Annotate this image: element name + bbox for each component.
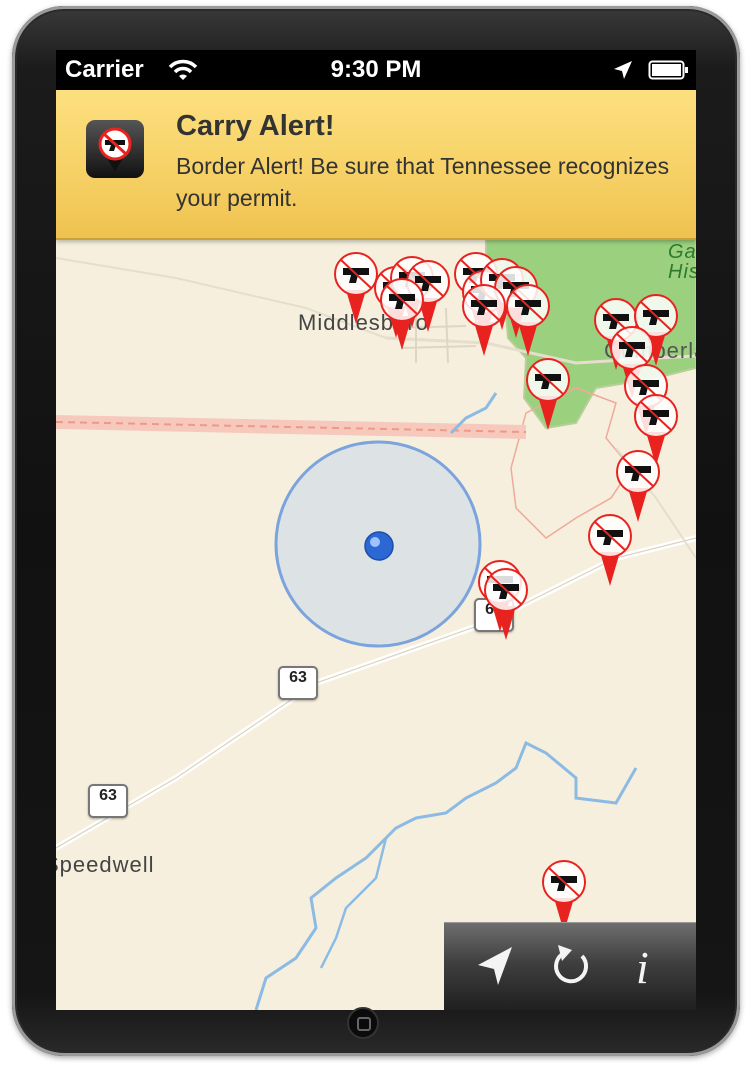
locate-button[interactable] (458, 923, 534, 1010)
refresh-icon (554, 945, 588, 984)
no-carry-pin[interactable] (585, 512, 635, 588)
route-shield-63: 63 (88, 784, 128, 818)
notification-title: Carry Alert! (176, 110, 335, 142)
route-shield-63: 63 (278, 666, 318, 700)
info-icon: i (636, 942, 649, 993)
no-gun-pin-icon (98, 127, 132, 172)
info-button[interactable]: i (610, 923, 686, 1010)
status-bar: Carrier 9:30 PM (56, 50, 696, 90)
location-arrow-icon (478, 947, 512, 985)
map-label-gap-historical: Gap Historical (668, 241, 696, 283)
no-carry-pin[interactable] (459, 282, 509, 358)
home-button[interactable] (347, 1007, 379, 1039)
screen: Middlesboro Cumberland Speedwell Gap His… (56, 50, 696, 1010)
map-toolbar: i (444, 922, 696, 1010)
current-location-dot (364, 531, 394, 561)
no-carry-pin[interactable] (523, 356, 573, 432)
no-carry-pin[interactable] (377, 276, 427, 352)
no-carry-pin[interactable] (503, 282, 553, 358)
map-label-speedwell: Speedwell (56, 852, 155, 877)
battery-icon (648, 60, 688, 80)
notification-message: Border Alert! Be sure that Tennessee rec… (176, 153, 670, 211)
no-carry-pin[interactable] (481, 566, 531, 642)
map-view[interactable]: Middlesboro Cumberland Speedwell Gap His… (56, 238, 696, 1010)
clock: 9:30 PM (330, 56, 422, 83)
location-services-icon (614, 61, 632, 79)
app-icon (86, 120, 144, 178)
refresh-button[interactable] (534, 923, 610, 1010)
carry-alert-banner[interactable]: Carry Alert! Border Alert! Be sure that … (56, 90, 696, 240)
